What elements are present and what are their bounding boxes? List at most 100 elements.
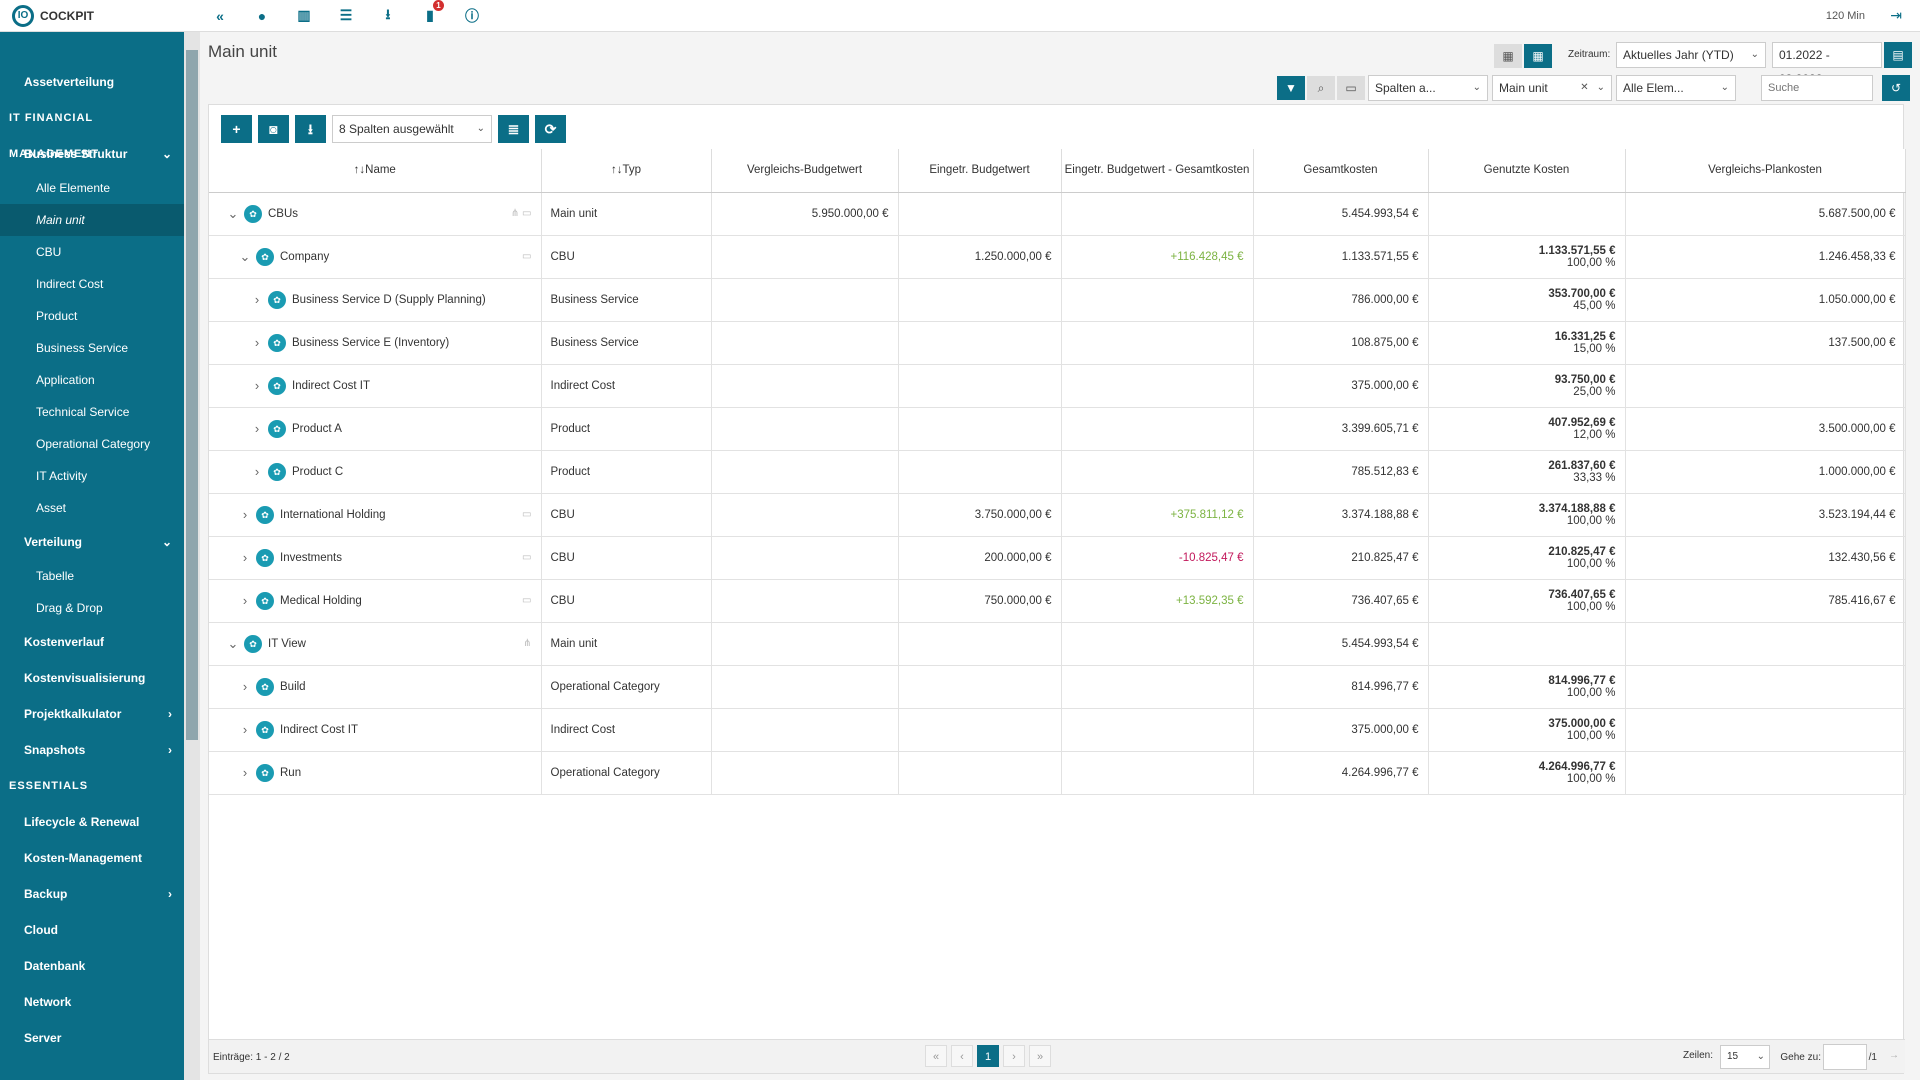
chevron-right-icon[interactable]: › (250, 292, 264, 307)
row-action-icon[interactable]: ⋔ ▭ (511, 208, 532, 219)
column-header[interactable]: Gesamtkosten (1253, 149, 1429, 193)
sidebar-item[interactable]: Cloud (0, 912, 184, 948)
row-action-icon[interactable]: ▭ (522, 251, 531, 262)
sidebar-item[interactable]: Datenbank (0, 948, 184, 984)
sidebar-item[interactable]: Assetverteilung (0, 64, 184, 100)
table-row[interactable]: › ✿ Indirect Cost IT Indirect Cost 375.0… (209, 708, 1906, 752)
collapse-icon[interactable]: « (210, 8, 230, 24)
columns-select[interactable]: Spalten a... ⌄ (1368, 75, 1488, 101)
table-row[interactable]: › ✿ International Holding ▭ CBU 3.750.00… (209, 493, 1906, 537)
row-name[interactable]: IT View (268, 638, 306, 650)
column-header[interactable]: ↑↓Typ (541, 149, 712, 193)
download-icon[interactable]: ⭳ (378, 4, 398, 28)
chevron-right-icon[interactable]: › (238, 765, 252, 780)
table-row[interactable]: ⌄ ✿ CBUs ⋔ ▭ Main unit 5.950.000,00 € 5.… (209, 192, 1906, 236)
refresh-button[interactable]: ⟳ (535, 115, 566, 143)
row-action-icon[interactable]: ▭ (522, 552, 531, 563)
column-header[interactable]: ↑↓Name (209, 149, 542, 193)
chevron-right-icon[interactable]: › (250, 421, 264, 436)
table-row[interactable]: › ✿ Business Service D (Supply Planning)… (209, 278, 1906, 322)
prev-page-icon[interactable]: ‹ (951, 1045, 973, 1067)
chevron-right-icon[interactable]: › (238, 679, 252, 694)
first-page-icon[interactable]: « (925, 1045, 947, 1067)
calendar-icon[interactable]: ▤ (1884, 42, 1912, 68)
chevron-right-icon[interactable]: › (250, 378, 264, 393)
sidebar-item[interactable]: Product (0, 300, 184, 332)
column-header[interactable]: Vergleichs-Budgetwert (711, 149, 899, 193)
add-button[interactable]: + (221, 115, 252, 143)
search-icon[interactable]: ⌕ (1307, 76, 1335, 100)
building-icon[interactable]: ▥ (294, 7, 314, 24)
period-select[interactable]: Aktuelles Jahr (YTD) ⌄ (1616, 42, 1766, 68)
sidebar-item[interactable]: Asset (0, 492, 184, 524)
row-name[interactable]: Business Service D (Supply Planning) (292, 294, 486, 306)
calendar-range-icon[interactable]: ▦ (1524, 44, 1552, 68)
row-name[interactable]: Company (280, 251, 329, 263)
sidebar-item[interactable]: Business Service (0, 332, 184, 364)
column-header[interactable]: Eingetr. Budgetwert - Gesamtkosten (1061, 149, 1254, 193)
chevron-right-icon[interactable]: › (238, 507, 252, 522)
row-name[interactable]: Product A (292, 423, 342, 435)
row-action-icon[interactable]: ▭ (522, 509, 531, 520)
row-name[interactable]: Business Service E (Inventory) (292, 337, 449, 349)
sidebar-scrollbar[interactable] (184, 32, 200, 1080)
chevron-right-icon[interactable]: › (238, 593, 252, 608)
row-name[interactable]: Medical Holding (280, 595, 362, 607)
goto-arrow-icon[interactable]: → (1889, 1050, 1899, 1061)
page-button[interactable]: 1 (977, 1045, 999, 1067)
row-name[interactable]: Indirect Cost IT (280, 724, 358, 736)
camera-button[interactable]: ◙ (258, 115, 289, 143)
sidebar-item[interactable]: Snapshots › (0, 732, 184, 768)
sidebar-item[interactable]: CBU (0, 236, 184, 268)
row-name[interactable]: Run (280, 767, 301, 779)
table-row[interactable]: › ✿ Medical Holding ▭ CBU 750.000,00 € +… (209, 579, 1906, 623)
row-name[interactable]: Indirect Cost IT (292, 380, 370, 392)
next-page-icon[interactable]: › (1003, 1045, 1025, 1067)
calendar-month-icon[interactable]: ▦ (1494, 44, 1522, 68)
logout-icon[interactable]: ⇥ (1890, 7, 1902, 24)
table-row[interactable]: › ✿ Product C Product 785.512,83 € 261.8… (209, 450, 1906, 494)
row-name[interactable]: Product C (292, 466, 343, 478)
table-scrollbar[interactable] (1889, 149, 1903, 1039)
reset-icon[interactable]: ↺ (1882, 75, 1910, 101)
chevron-right-icon[interactable]: › (250, 464, 264, 479)
sidebar-item[interactable]: Lifecycle & Renewal (0, 804, 184, 840)
export-button[interactable]: ⭳ (295, 115, 326, 143)
search-input[interactable] (1761, 75, 1873, 101)
filter-icon[interactable]: ▼ (1277, 76, 1305, 100)
row-name[interactable]: CBUs (268, 208, 298, 220)
unit-select[interactable]: Main unit ⌄ ✕ (1492, 75, 1612, 101)
sliders-icon[interactable]: ☰ (336, 7, 356, 24)
sidebar-item[interactable]: Tabelle (0, 560, 184, 592)
goto-input[interactable] (1823, 1044, 1867, 1070)
row-name[interactable]: Build (280, 681, 306, 693)
row-name[interactable]: Investments (280, 552, 342, 564)
chevron-right-icon[interactable]: › (238, 550, 252, 565)
table-row[interactable]: › ✿ Investments ▭ CBU 200.000,00 € -10.8… (209, 536, 1906, 580)
sidebar-item[interactable]: Network (0, 984, 184, 1020)
date-range-field[interactable]: 01.2022 - 03.2022 (1772, 42, 1882, 86)
sidebar-item[interactable]: Indirect Cost (0, 268, 184, 300)
column-header[interactable]: Eingetr. Budgetwert (898, 149, 1062, 193)
app-logo[interactable]: IO COCKPIT (0, 4, 200, 27)
sidebar-item[interactable]: Drag & Drop (0, 592, 184, 624)
info-icon[interactable]: ⓘ (462, 6, 482, 26)
card-icon[interactable]: ▭ (1337, 76, 1365, 100)
row-action-icon[interactable]: ⋔ (523, 638, 531, 649)
user-icon[interactable]: ● (252, 8, 272, 24)
sidebar-item[interactable]: Technical Service (0, 396, 184, 428)
sidebar-item[interactable]: Verteilung ⌄ (0, 524, 184, 560)
table-row[interactable]: › ✿ Run Operational Category 4.264.996,7… (209, 751, 1906, 795)
sidebar-item[interactable]: Backup › (0, 876, 184, 912)
sidebar-item[interactable]: Business Struktur ⌄ (0, 136, 184, 172)
table-row[interactable]: › ✿ Indirect Cost IT Indirect Cost 375.0… (209, 364, 1906, 408)
row-action-icon[interactable]: ▭ (522, 595, 531, 606)
sidebar-item[interactable]: IT Activity (0, 460, 184, 492)
rows-select[interactable]: 15 ⌄ (1720, 1045, 1770, 1069)
row-name[interactable]: International Holding (280, 509, 386, 521)
table-row[interactable]: › ✿ Business Service E (Inventory) Busin… (209, 321, 1906, 365)
notification-icon[interactable]: ▮ 1 (420, 0, 444, 24)
columns-selected-select[interactable]: 8 Spalten ausgewählt ⌄ (332, 115, 492, 143)
sidebar-item[interactable]: Kosten-Management (0, 840, 184, 876)
column-header[interactable]: Vergleichs-Plankosten (1625, 149, 1906, 193)
